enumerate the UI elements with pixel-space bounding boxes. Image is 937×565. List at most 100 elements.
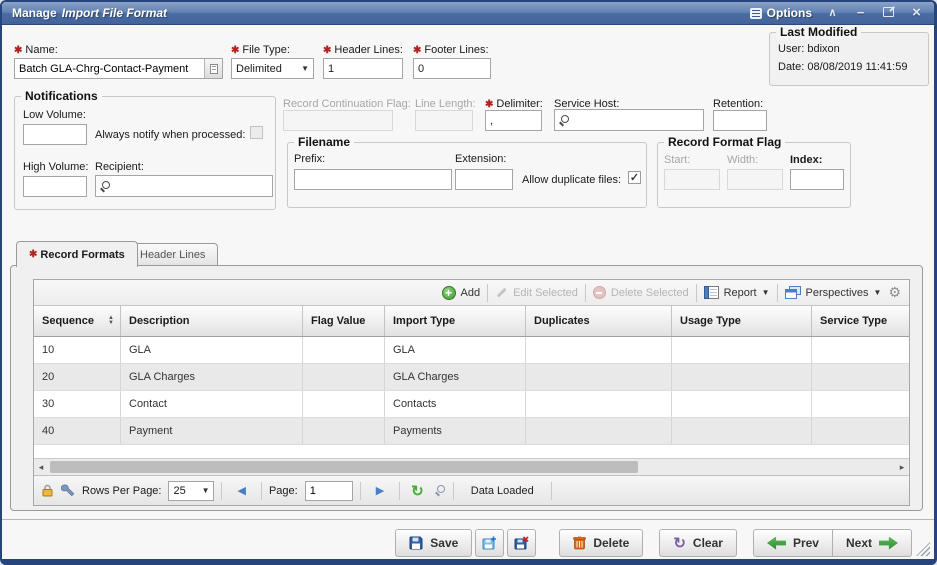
add-icon [442,286,456,300]
close-icon[interactable] [909,5,924,22]
delete-selected-button[interactable]: Delete Selected [593,286,689,299]
delete-button[interactable]: Delete [559,529,643,557]
toolbar-separator [696,284,697,302]
grid-toolbar: Add Edit Selected Delete Selected Report… [34,280,909,306]
cell-usage-type [672,364,812,390]
sort-icon[interactable] [108,316,114,326]
options-button[interactable]: Options [750,6,812,20]
trash-icon [573,536,586,550]
cell-import-type: Payments [385,418,526,444]
column-header-import-type[interactable]: Import Type [385,306,526,336]
tab-panel: Add Edit Selected Delete Selected Report… [10,265,923,511]
table-row[interactable]: 30 Contact Contacts [34,391,909,418]
width-input[interactable] [727,169,783,190]
service-host-input[interactable] [573,113,699,127]
perspectives-button[interactable]: Perspectives ▼ [785,286,882,299]
scroll-left-icon[interactable] [34,459,48,475]
extension-input[interactable] [455,169,513,190]
always-notify-checkbox[interactable] [250,126,263,139]
index-input[interactable] [790,169,844,190]
table-row[interactable]: 20 GLA Charges GLA Charges [34,364,909,391]
search-icon[interactable] [559,115,570,126]
prefix-input[interactable] [294,169,452,190]
scroll-right-icon[interactable] [895,459,909,475]
record-format-flag-fieldset: Record Format Flag Start: Width: Index: [657,142,851,208]
prev-button[interactable]: Prev [753,529,833,557]
minimize-icon[interactable] [853,5,868,22]
cell-usage-type [672,337,812,363]
footer-button-bar: Save Delete Clear Prev Next [2,529,934,557]
last-modified-user: User: bdixon [778,43,840,55]
column-header-flag-value[interactable]: Flag Value [303,306,385,336]
next-button[interactable]: Next [833,529,912,557]
name-field-wrap [14,58,223,79]
allow-duplicates-checkbox[interactable] [628,171,641,184]
save-button[interactable]: Save [395,529,472,557]
collapse-icon[interactable] [825,6,840,21]
cell-usage-type [672,391,812,417]
retention-label: Retention: [713,98,763,110]
filename-legend: Filename [294,135,354,149]
edit-selected-button[interactable]: Edit Selected [495,286,578,299]
window-title-prefix: Manage [12,6,57,20]
name-picker-button[interactable] [204,59,222,78]
low-volume-input[interactable] [23,124,87,145]
table-row[interactable]: 10 GLA GLA [34,337,909,364]
minus-circle-icon [593,286,606,299]
index-label: Index: [790,154,822,166]
grid-container: Add Edit Selected Delete Selected Report… [33,279,910,506]
footer-lines-label: ✱Footer Lines: [413,44,489,56]
column-header-description[interactable]: Description [121,306,303,336]
window-title-emphasis: Import File Format [62,6,167,20]
search-icon[interactable] [100,181,111,192]
column-header-duplicates[interactable]: Duplicates [526,306,672,336]
tab-record-formats[interactable]: ✱ Record Formats [16,241,138,267]
search-icon[interactable] [435,485,446,496]
footer-lines-input[interactable] [413,58,491,79]
horizontal-scrollbar[interactable] [34,458,909,475]
delimiter-input[interactable] [485,110,542,131]
options-label: Options [767,6,812,20]
service-host-field [554,109,704,131]
save-and-new-button[interactable] [475,529,504,557]
start-input[interactable] [664,169,720,190]
page-input[interactable] [305,481,353,501]
add-button[interactable]: Add [442,286,481,300]
titlebar[interactable]: Manage Import File Format Options [2,2,934,25]
next-page-icon[interactable] [368,484,392,497]
retention-input[interactable] [713,110,767,131]
rows-per-page-select[interactable]: 25 [168,481,214,501]
line-length-input[interactable] [415,110,473,131]
gear-icon[interactable] [888,284,901,301]
previous-page-icon[interactable] [229,484,253,497]
save-and-close-button[interactable] [507,529,536,557]
cell-import-type: GLA Charges [385,364,526,390]
cell-description: GLA Charges [121,364,303,390]
lock-icon[interactable] [41,484,54,497]
popout-icon[interactable] [881,4,896,22]
high-volume-input[interactable] [23,176,87,197]
pager-separator [221,482,222,500]
cell-import-type: GLA [385,337,526,363]
record-continuation-flag-input[interactable] [283,110,393,131]
name-input[interactable] [15,59,204,78]
clear-button[interactable]: Clear [659,529,737,557]
cell-service-type [812,364,909,390]
header-lines-input[interactable] [323,58,403,79]
column-header-sequence[interactable]: Sequence [34,306,121,336]
column-header-usage-type[interactable]: Usage Type [672,306,812,336]
wrench-icon[interactable] [61,484,75,498]
refresh-icon[interactable] [407,482,428,500]
arrow-right-icon [879,537,898,550]
scrollbar-thumb[interactable] [50,461,638,473]
chevron-down-icon: ▼ [762,288,770,297]
dialog-window: ManageImport File Format Options ✱Name: … [0,0,937,565]
table-row[interactable]: 40 Payment Payments [34,418,909,445]
recipient-input[interactable] [114,179,268,193]
file-type-select[interactable]: Delimited [231,58,314,79]
report-button[interactable]: Report ▼ [704,286,770,299]
prefix-label: Prefix: [294,153,325,165]
tab-header-lines[interactable]: Header Lines [127,243,218,266]
clear-icon [673,534,686,552]
column-header-service-type[interactable]: Service Type [812,306,909,336]
